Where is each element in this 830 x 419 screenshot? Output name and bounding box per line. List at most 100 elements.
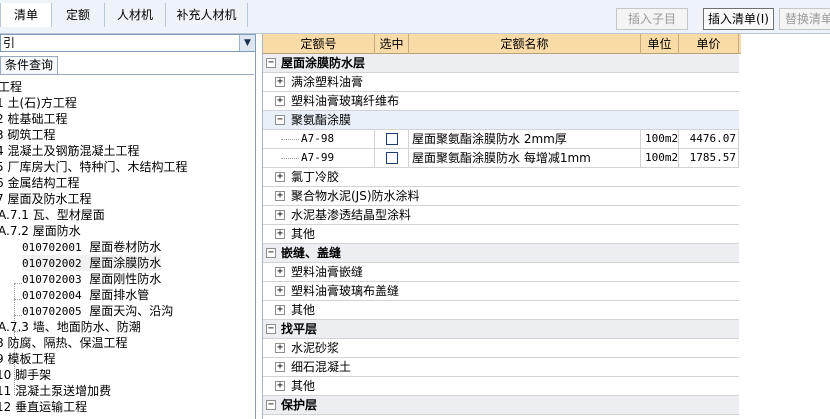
expand-icon[interactable]: + [275, 362, 285, 372]
insert-child-button[interactable]: 插入子目 [616, 8, 688, 30]
expand-icon[interactable]: + [275, 96, 285, 106]
tree-guide-line [281, 139, 299, 140]
tree-node[interactable]: 9 模板工程 [0, 351, 55, 367]
category-row[interactable]: + 聚合物水泥(JS)防水涂料 [263, 187, 739, 206]
tree-node[interactable]: 8 防腐、隔热、保温工程 [0, 335, 127, 351]
quota-price: 4476.07 [679, 130, 739, 148]
tree-leaf[interactable]: 010702005 屋面天沟、沿沟 [22, 303, 173, 319]
tree-node[interactable]: 11 混凝土泵送增加费 [0, 383, 111, 399]
tree-node[interactable]: A.7.3 墙、地面防水、防潮 [0, 319, 141, 335]
quota-price: 1785.57 [679, 149, 739, 167]
expand-icon[interactable]: + [275, 77, 285, 87]
quota-unit: 100m2 [641, 130, 679, 148]
category-label: 塑料油膏玻璃纤维布 [291, 94, 400, 108]
expand-icon[interactable]: + [275, 191, 285, 201]
tree-node[interactable]: 7 屋面及防水工程 [0, 191, 91, 207]
col-header-unit[interactable]: 单位 [641, 34, 679, 54]
chevron-down-icon[interactable]: ▼ [239, 35, 255, 51]
category-label: 塑料油膏嵌缝 [291, 265, 364, 279]
category-row[interactable]: + 水泥基渗透结晶型涂料 [263, 206, 739, 225]
tree-node[interactable]: 工程 [0, 79, 22, 95]
insert-list-button[interactable]: 插入清单(I) [703, 8, 774, 30]
select-checkbox[interactable] [386, 133, 398, 145]
collapse-icon[interactable]: − [275, 115, 285, 125]
chapter-tree: 工程 1 土(石)方工程 2 桩基础工程 3 砌筑工程 4 混凝土及钢筋混凝土工… [0, 74, 254, 419]
category-row[interactable]: + 其他 [263, 225, 739, 244]
expand-icon[interactable]: + [275, 267, 285, 277]
tab-supplement-labor-material-machine[interactable]: 补充人材机 [166, 3, 248, 27]
group-label: 找平层 [281, 322, 318, 336]
tree-leaf-code: 010702004 [22, 289, 82, 302]
category-label: 其他 [291, 227, 316, 241]
tree-leaf-name: 屋面涂膜防水 [89, 256, 162, 270]
category-select[interactable]: 引 ▼ [0, 34, 256, 52]
group-row[interactable]: − 嵌缝、盖缝 [263, 244, 739, 263]
tree-node[interactable]: 10 脚手架 [0, 367, 51, 383]
category-row[interactable]: + 塑料油膏嵌缝 [263, 263, 739, 282]
tab-condition-query[interactable]: 条件查询 [0, 56, 58, 74]
tree-leaf[interactable]: 010702001 屋面卷材防水 [22, 239, 161, 255]
col-header-quota-name[interactable]: 定额名称 [409, 34, 641, 54]
expand-icon[interactable]: + [275, 305, 285, 315]
toolbar: 清单 定额 人材机 补充人材机 插入子目 插入清单(I) 替换清单 [0, 0, 830, 34]
expand-icon[interactable]: + [275, 210, 285, 220]
tab-quota[interactable]: 定额 [52, 3, 105, 27]
tree-node[interactable]: 1 土(石)方工程 [0, 95, 77, 111]
expand-icon[interactable]: + [275, 343, 285, 353]
group-row[interactable]: − 屋面涂膜防水层 [263, 54, 739, 73]
category-row[interactable]: + 氯丁冷胶 [263, 168, 739, 187]
collapse-icon[interactable]: − [266, 248, 276, 258]
tree-leaf-code: 010702001 [22, 241, 82, 254]
collapse-icon[interactable]: − [266, 324, 276, 334]
quota-row[interactable]: A7-99 屋面聚氨酯涂膜防水 每增减1mm 100m2 1785.57 [263, 149, 739, 168]
category-row[interactable]: + 水泥砂浆 [263, 339, 739, 358]
tree-node[interactable]: 6 金属结构工程 [0, 175, 79, 191]
category-label: 聚氨酯涂膜 [291, 113, 352, 127]
replace-list-button[interactable]: 替换清单 [779, 8, 830, 30]
category-row[interactable]: + 塑料油膏玻璃纤维布 [263, 92, 739, 111]
category-row[interactable]: + 塑料油膏玻璃布盖缝 [263, 282, 739, 301]
category-label: 满涂塑料油膏 [291, 75, 364, 89]
tab-list[interactable]: 清单 [0, 3, 52, 27]
col-header-selected[interactable]: 选中 [375, 34, 409, 54]
category-row-expanded[interactable]: − 聚氨酯涂膜 [263, 111, 739, 130]
tree-node[interactable]: 5 厂库房大门、特种门、木结构工程 [0, 159, 187, 175]
expand-icon[interactable]: + [275, 286, 285, 296]
select-checkbox[interactable] [386, 152, 398, 164]
category-label: 氯丁冷胶 [291, 170, 340, 184]
tree-node[interactable]: 4 混凝土及钢筋混凝土工程 [0, 143, 139, 159]
quota-unit: 100m2 [641, 149, 679, 167]
group-row[interactable]: − 找平层 [263, 320, 739, 339]
expand-icon[interactable]: + [275, 229, 285, 239]
select-cell [375, 130, 409, 148]
tree-node[interactable]: 3 砌筑工程 [0, 127, 55, 143]
category-row[interactable]: + 其他 [263, 377, 739, 396]
tree-guide-line [14, 315, 22, 316]
tree-leaf-code: 010702003 [22, 273, 82, 286]
col-header-price[interactable]: 单价 [679, 34, 739, 54]
category-row[interactable]: + 满涂塑料油膏 [263, 73, 739, 92]
select-cell [375, 149, 409, 167]
expand-icon[interactable]: + [275, 381, 285, 391]
tree-leaf[interactable]: 010702004 屋面排水管 [22, 287, 149, 303]
quota-row[interactable]: A7-98 屋面聚氨酯涂膜防水 2mm厚 100m2 4476.07 [263, 130, 739, 149]
tree-leaf[interactable]: 010702003 屋面刚性防水 [22, 271, 161, 287]
collapse-icon[interactable]: − [266, 58, 276, 68]
tree-node[interactable]: 12 垂直运输工程 [0, 399, 87, 415]
category-row[interactable]: + 其他 [263, 301, 739, 320]
col-header-quota-no[interactable]: 定额号 [263, 34, 375, 54]
tab-labor-material-machine[interactable]: 人材机 [105, 3, 166, 27]
category-label: 塑料油膏玻璃布盖缝 [291, 284, 400, 298]
category-row[interactable]: + 细石混凝土 [263, 358, 739, 377]
tree-node[interactable]: 2 桩基础工程 [0, 111, 67, 127]
category-label: 聚合物水泥(JS)防水涂料 [291, 189, 420, 203]
category-label: 水泥基渗透结晶型涂料 [291, 208, 412, 222]
tree-leaf-selected[interactable]: 010702002 屋面涂膜防水 [22, 255, 162, 271]
tree-node[interactable]: A.7.2 屋面防水 [0, 223, 81, 239]
tree-guide-line [14, 283, 22, 284]
tree-node[interactable]: A.7.1 瓦、型材屋面 [0, 207, 105, 223]
tree-leaf-name: 屋面卷材防水 [89, 240, 162, 254]
expand-icon[interactable]: + [275, 172, 285, 182]
group-row[interactable]: − 保护层 [263, 396, 739, 415]
collapse-icon[interactable]: − [266, 400, 276, 410]
